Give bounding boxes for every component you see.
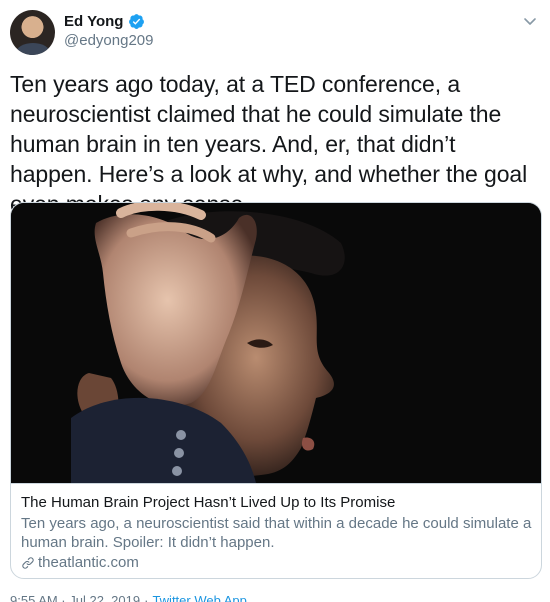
tweet-source[interactable]: Twitter Web App: [152, 593, 246, 602]
card-domain-label[interactable]: theatlantic.com: [38, 553, 139, 572]
meta-separator: ·: [144, 593, 149, 602]
card-description: Ten years ago, a neuroscientist said tha…: [21, 515, 532, 551]
card-body[interactable]: The Human Brain Project Hasn’t Lived Up …: [11, 483, 541, 578]
tweet-text: Ten years ago today, at a TED conference…: [10, 71, 528, 217]
card-image[interactable]: [11, 203, 541, 483]
verified-badge-icon: [129, 14, 145, 29]
author-handle[interactable]: @edyong209: [64, 32, 153, 49]
avatar[interactable]: [10, 10, 55, 55]
card-domain[interactable]: theatlantic.com: [21, 553, 533, 572]
tweet-meta: 9:55 AM · Jul 22, 2019 · Twitter Web App: [10, 593, 247, 602]
author-name-row: Ed Yong: [64, 13, 145, 30]
card-photo: [11, 203, 541, 483]
link-icon: [22, 556, 34, 569]
tweet: Ed Yong @edyong209 Ten years ago today, …: [0, 0, 550, 602]
author-display-name[interactable]: Ed Yong: [64, 13, 123, 30]
chevron-down-icon[interactable]: [522, 13, 538, 29]
link-card[interactable]: The Human Brain Project Hasn’t Lived Up …: [10, 202, 542, 579]
tweet-timestamp[interactable]: 9:55 AM · Jul 22, 2019: [10, 593, 140, 602]
card-title[interactable]: The Human Brain Project Hasn’t Lived Up …: [21, 493, 533, 512]
